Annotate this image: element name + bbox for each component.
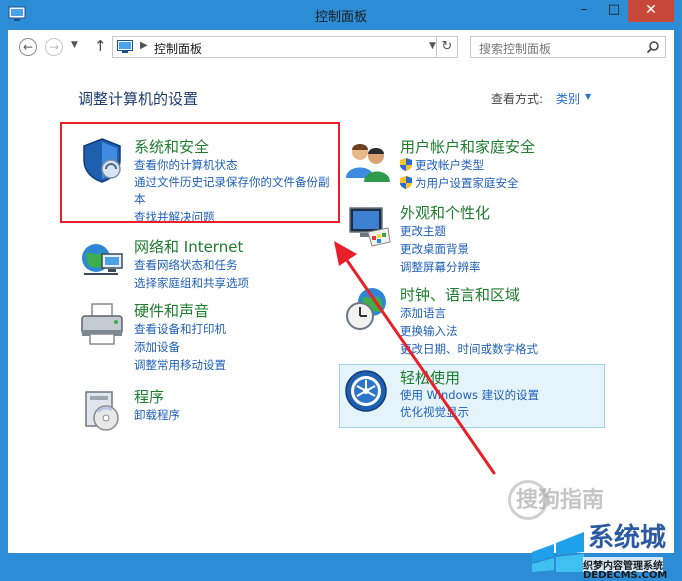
breadcrumb-control-panel[interactable]: 控制面板 bbox=[154, 40, 202, 57]
search-input[interactable]: 搜索控制面板 bbox=[470, 36, 666, 58]
category-title[interactable]: 程序 bbox=[134, 386, 164, 407]
programs-icon bbox=[85, 391, 119, 431]
breadcrumb-separator[interactable]: ▶ bbox=[140, 40, 148, 51]
view-by-dropdown[interactable]: 类别 bbox=[556, 90, 580, 107]
link-label[interactable]: 为用户设置家庭安全 bbox=[415, 176, 519, 190]
brand-watermark: 系统城 bbox=[588, 523, 667, 553]
link-date-time-format[interactable]: 更改日期、时间或数字格式 bbox=[400, 341, 538, 357]
link-change-input-method[interactable]: 更换输入法 bbox=[400, 323, 458, 339]
link-add-device[interactable]: 添加设备 bbox=[134, 339, 180, 355]
link-change-theme[interactable]: 更改主题 bbox=[400, 223, 446, 239]
category-network-internet: 网络和 Internet 查看网络状态和任务 选择家庭组和共享选项 bbox=[78, 236, 328, 290]
red-highlight-annotation bbox=[60, 122, 340, 223]
forward-icon[interactable]: → bbox=[45, 38, 63, 56]
page-title: 调整计算机的设置 bbox=[78, 90, 199, 108]
category-title[interactable]: 时钟、语言和区域 bbox=[400, 284, 520, 305]
category-title[interactable]: 外观和个性化 bbox=[400, 202, 490, 223]
recent-locations-dropdown[interactable]: ▼ bbox=[71, 40, 78, 50]
link-devices-printers[interactable]: 查看设备和打印机 bbox=[134, 321, 226, 337]
clock-globe-icon bbox=[346, 288, 386, 330]
navigation-bar: ← → ▼ ↑ ▶ 控制面板 ▼ ↻ 搜索控制面板 bbox=[8, 30, 674, 64]
view-by-label: 查看方式: bbox=[491, 92, 544, 106]
link-optimize-visual-display[interactable]: 优化视觉显示 bbox=[400, 404, 469, 420]
up-arrow-icon[interactable]: ↑ bbox=[94, 37, 107, 55]
category-title[interactable]: 轻松使用 bbox=[400, 367, 460, 388]
control-panel-icon bbox=[117, 40, 133, 53]
back-icon[interactable]: ← bbox=[19, 38, 37, 56]
close-button[interactable]: ✕ bbox=[628, 0, 674, 22]
ease-of-access-icon bbox=[345, 370, 387, 412]
category-ease-of-access[interactable]: 轻松使用 使用 Windows 建议的设置 优化视觉显示 bbox=[344, 367, 604, 425]
printer-icon bbox=[81, 303, 123, 345]
category-appearance: 外观和个性化 更改主题 更改桌面背景 调整屏幕分辨率 bbox=[344, 202, 614, 275]
chevron-down-icon[interactable]: ▼ bbox=[585, 92, 591, 101]
title-bar: 控制面板 – □ ✕ bbox=[0, 0, 682, 30]
search-icon[interactable] bbox=[646, 40, 660, 54]
category-title[interactable]: 网络和 Internet bbox=[134, 236, 243, 257]
link-change-desktop-background[interactable]: 更改桌面背景 bbox=[400, 241, 469, 257]
link-change-account-type[interactable]: 更改帐户类型 bbox=[400, 157, 484, 173]
sogou-watermark: 搜狗指南 bbox=[516, 488, 605, 513]
category-hardware-sound: 硬件和声音 查看设备和打印机 添加设备 调整常用移动设置 bbox=[78, 300, 328, 373]
address-dropdown-icon[interactable]: ▼ bbox=[429, 41, 436, 51]
network-globe-icon bbox=[82, 244, 123, 275]
uac-shield-icon bbox=[400, 158, 412, 171]
monitor-palette-icon bbox=[349, 207, 391, 247]
link-label[interactable]: 更改帐户类型 bbox=[415, 158, 484, 172]
windows-logo-icon bbox=[532, 532, 584, 572]
category-clock-language-region: 时钟、语言和区域 添加语言 更换输入法 更改日期、时间或数字格式 bbox=[344, 284, 614, 357]
search-placeholder: 搜索控制面板 bbox=[479, 42, 552, 56]
link-homegroup-sharing[interactable]: 选择家庭组和共享选项 bbox=[134, 275, 249, 291]
uac-shield-icon bbox=[400, 176, 412, 189]
category-user-accounts: 用户帐户和家庭安全 更改帐户类型 为用户设置家庭安全 bbox=[344, 136, 614, 196]
link-uninstall-program[interactable]: 卸载程序 bbox=[134, 407, 180, 423]
window-client-area: ← → ▼ ↑ ▶ 控制面板 ▼ ↻ 搜索控制面板 调整计算机的设置 查看方式:… bbox=[8, 30, 674, 581]
category-title[interactable]: 硬件和声音 bbox=[134, 300, 209, 321]
refresh-icon[interactable]: ↻ bbox=[436, 36, 458, 58]
link-recommended-settings[interactable]: 使用 Windows 建议的设置 bbox=[400, 387, 539, 403]
site-watermark-line2: DEDECMS.COM bbox=[583, 570, 668, 581]
address-bar[interactable]: ▶ 控制面板 ▼ bbox=[112, 36, 458, 58]
link-add-language[interactable]: 添加语言 bbox=[400, 305, 446, 321]
link-screen-resolution[interactable]: 调整屏幕分辨率 bbox=[400, 259, 481, 275]
category-title[interactable]: 用户帐户和家庭安全 bbox=[400, 136, 535, 157]
maximize-button[interactable]: □ bbox=[599, 0, 629, 22]
category-programs: 程序 卸载程序 bbox=[78, 386, 328, 436]
minimize-button[interactable]: – bbox=[569, 0, 599, 22]
link-network-status[interactable]: 查看网络状态和任务 bbox=[134, 257, 238, 273]
users-icon bbox=[346, 144, 390, 182]
link-mobility-settings[interactable]: 调整常用移动设置 bbox=[134, 357, 226, 373]
control-panel-window: 控制面板 – □ ✕ ← → ▼ ↑ ▶ 控制面板 ▼ ↻ 搜索控制面板 调整计… bbox=[0, 0, 682, 581]
link-family-safety[interactable]: 为用户设置家庭安全 bbox=[400, 175, 519, 191]
